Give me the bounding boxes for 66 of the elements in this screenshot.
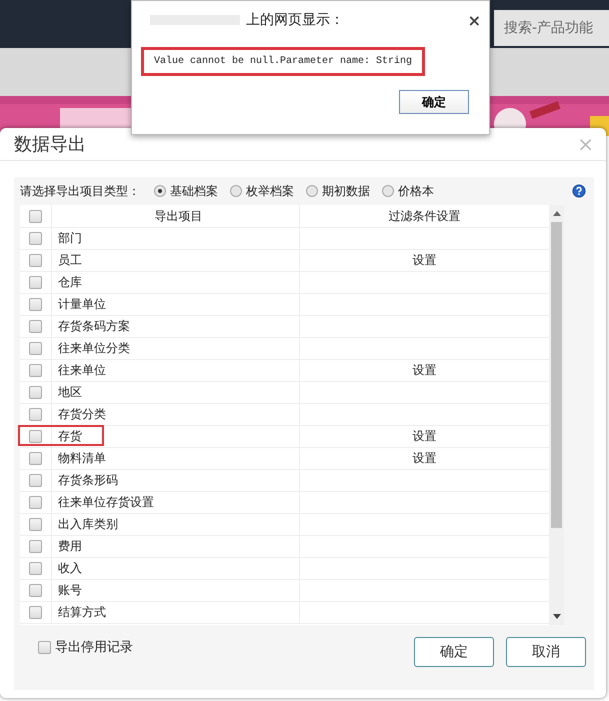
checkbox[interactable]	[29, 276, 42, 289]
checkbox[interactable]	[29, 430, 42, 443]
ok-button[interactable]: 确定	[399, 90, 469, 114]
dialog-title: 数据导出	[14, 133, 86, 156]
table-cell: 出入库类别	[52, 514, 300, 535]
checkbox[interactable]	[29, 232, 42, 245]
scroll-up-icon[interactable]	[552, 211, 560, 216]
radio-button[interactable]	[306, 185, 318, 197]
checkbox[interactable]	[38, 640, 51, 654]
radio-label: 价格本	[398, 182, 434, 200]
table-cell: 往来单位分类	[52, 338, 300, 359]
checkbox[interactable]	[29, 540, 42, 553]
checkbox[interactable]	[29, 364, 42, 377]
table-cell: 存货分类	[52, 404, 300, 425]
radio-label: 枚举档案	[246, 182, 294, 200]
table-cell: 往来单位	[52, 360, 300, 381]
table-cell: 员工	[52, 250, 300, 271]
table-cell: 往来单位存货设置	[52, 492, 300, 513]
table-cell: 存货条码方案	[52, 316, 300, 337]
table-cell: 账号	[52, 580, 300, 601]
scrollbar[interactable]	[549, 205, 564, 625]
checkbox[interactable]	[29, 452, 42, 465]
table-cell: 物料清单	[52, 448, 300, 469]
checkbox[interactable]	[29, 562, 42, 575]
checkbox[interactable]	[29, 474, 42, 487]
alert-message: Value cannot be null.Parameter name: String	[141, 47, 426, 76]
checkbox[interactable]	[29, 298, 42, 311]
radio-label: 期初数据	[322, 182, 370, 200]
checkbox[interactable]	[29, 254, 42, 267]
settings-link[interactable]: 设置	[412, 450, 436, 467]
type-label: 请选择导出项目类型：	[20, 182, 140, 200]
close-button[interactable]: ×	[468, 10, 481, 30]
table-cell: 存货	[52, 426, 300, 447]
table-cell: 计量单位	[52, 294, 300, 315]
checkbox-label: 导出停用记录	[55, 639, 133, 656]
radio-button[interactable]	[382, 185, 394, 197]
column-header: 导出项目	[52, 205, 300, 227]
radio-label: 基础档案	[170, 182, 218, 200]
checkbox[interactable]	[29, 320, 42, 333]
checkbox[interactable]	[29, 584, 42, 597]
help-icon[interactable]	[572, 184, 586, 198]
ok-button[interactable]: 确定	[414, 637, 494, 667]
settings-link[interactable]: 设置	[412, 362, 436, 379]
alert-title: 上的网页显示：	[246, 11, 345, 29]
search-link[interactable]: 搜索-产品功能	[494, 10, 609, 46]
radio-button[interactable]	[230, 185, 242, 197]
table-cell: 收入	[52, 558, 300, 579]
table-cell: 结算方式	[52, 602, 300, 623]
table-cell: 费用	[52, 536, 300, 557]
settings-link[interactable]: 设置	[412, 252, 436, 269]
settings-link[interactable]: 设置	[412, 428, 436, 445]
table-cell: 地区	[52, 382, 300, 403]
table-cell: 仓库	[52, 272, 300, 293]
table-cell: 部门	[52, 228, 300, 249]
cancel-button[interactable]: 取消	[506, 637, 586, 667]
scroll-down-icon[interactable]	[552, 614, 560, 619]
checkbox[interactable]	[29, 496, 42, 509]
checkbox[interactable]	[29, 210, 42, 222]
checkbox[interactable]	[29, 342, 42, 355]
table-cell: 存货条形码	[52, 470, 300, 491]
radio-button[interactable]	[154, 185, 166, 197]
checkbox[interactable]	[29, 408, 42, 421]
column-header: 过滤条件设置	[388, 208, 462, 224]
checkbox[interactable]	[29, 518, 42, 531]
checkbox[interactable]	[29, 606, 42, 619]
checkbox[interactable]	[29, 386, 42, 399]
